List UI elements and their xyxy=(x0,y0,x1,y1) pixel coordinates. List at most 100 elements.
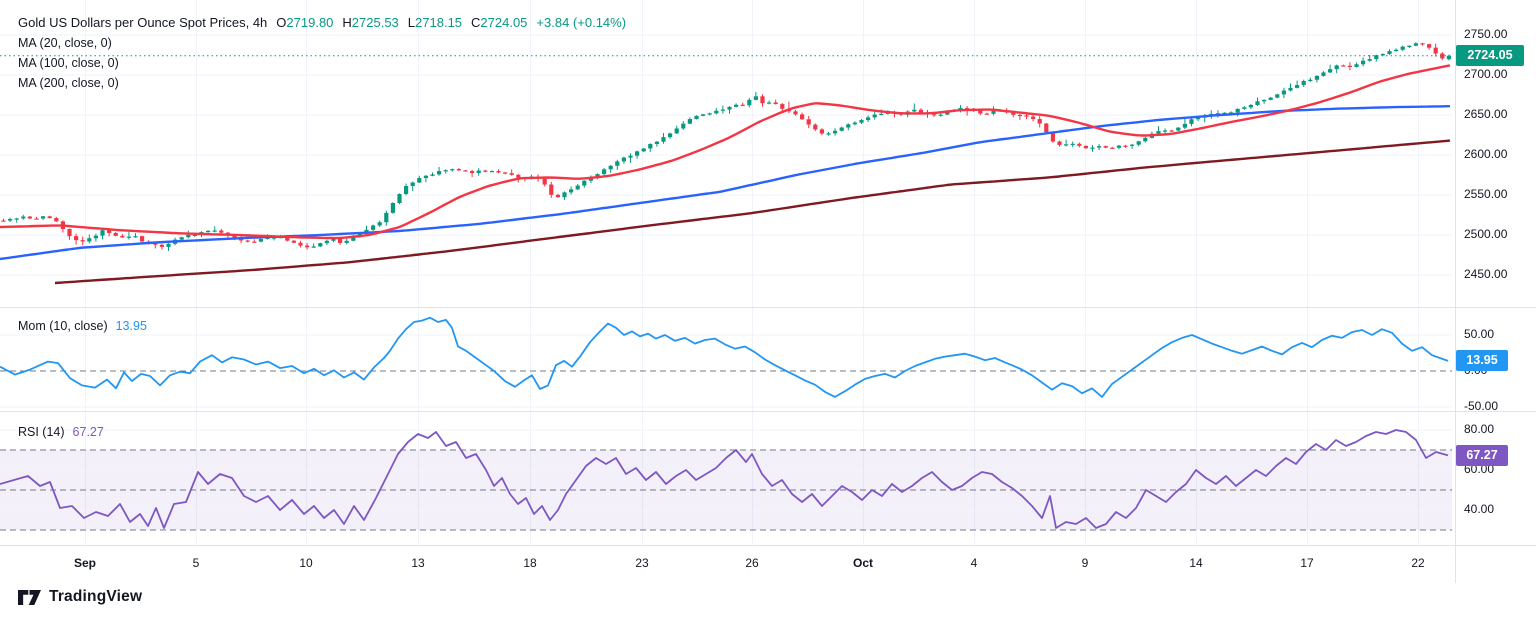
price-tick-label: 2500.00 xyxy=(1464,227,1508,241)
candle-body xyxy=(542,178,547,185)
candle-body xyxy=(54,218,59,222)
candle-body xyxy=(417,178,422,183)
candle-body xyxy=(113,232,118,236)
open-label: O xyxy=(276,15,287,30)
close-value: 2724.05 xyxy=(480,15,528,30)
candle-body xyxy=(912,109,917,112)
overlay-legend-ma200[interactable]: MA (200, close, 0) xyxy=(18,73,626,93)
candle-body xyxy=(1169,130,1174,132)
candle-body xyxy=(608,165,613,170)
candle-body xyxy=(93,235,98,239)
candle-body xyxy=(879,113,884,116)
close-label: C xyxy=(471,15,481,30)
footer-branding[interactable]: TradingView xyxy=(18,588,142,606)
candle-body xyxy=(727,106,732,110)
symbol-title: Gold US Dollars per Ounce Spot Prices, 4… xyxy=(18,15,268,30)
candle-body xyxy=(833,130,838,134)
candle-body xyxy=(938,114,943,116)
candle-body xyxy=(179,237,184,240)
candle-body xyxy=(305,245,310,248)
main-value-badge: 2724.05 xyxy=(1456,45,1524,67)
candle-body xyxy=(1057,141,1062,145)
candle-body xyxy=(621,157,626,162)
time-tick-label: 5 xyxy=(192,556,200,570)
candle-body xyxy=(1262,99,1267,102)
candle-body xyxy=(1182,123,1187,128)
candle-body xyxy=(1136,141,1141,145)
candle-body xyxy=(27,216,32,219)
candle-body xyxy=(100,230,105,236)
candle-body xyxy=(555,194,560,198)
rsi-tick-label: 40.00 xyxy=(1464,502,1495,516)
candle-body xyxy=(437,171,442,175)
candle-body xyxy=(311,246,316,248)
candle-body xyxy=(819,129,824,134)
low-label: L xyxy=(407,15,416,30)
candle-body xyxy=(1235,108,1240,113)
price-tick-label: 2650.00 xyxy=(1464,107,1508,121)
momentum-tick-label: -50.00 xyxy=(1464,399,1499,413)
candle-body xyxy=(1321,72,1326,76)
candle-body xyxy=(1288,87,1293,91)
time-tick-label: 18 xyxy=(523,556,537,570)
candle-body xyxy=(800,114,805,120)
tradingview-chart-widget: Gold US Dollars per Ounce Spot Prices, 4… xyxy=(0,0,1536,619)
time-tick-label: 17 xyxy=(1300,556,1314,570)
candle-body xyxy=(582,180,587,186)
symbol-title-row[interactable]: Gold US Dollars per Ounce Spot Prices, 4… xyxy=(18,13,626,33)
candle-body xyxy=(67,229,72,237)
overlay-legend-ma100[interactable]: MA (100, close, 0) xyxy=(18,53,626,73)
rsi-legend[interactable]: RSI (14) 67.27 xyxy=(18,422,104,442)
tradingview-logo-icon xyxy=(18,589,41,605)
candle-body xyxy=(628,155,633,158)
change-value: +3.84 (+0.14%) xyxy=(536,15,627,30)
time-tick-label: 14 xyxy=(1189,556,1203,570)
candle-body xyxy=(562,192,567,198)
candle-body xyxy=(186,234,191,238)
candle-body xyxy=(456,169,461,171)
candle-body xyxy=(423,175,428,179)
candle-body xyxy=(470,170,475,173)
momentum-value: 13.95 xyxy=(115,319,147,333)
candle-body xyxy=(47,216,52,219)
candle-body xyxy=(872,114,877,118)
time-tick-label: 9 xyxy=(1081,556,1089,570)
candle-body xyxy=(120,235,125,238)
candle-body xyxy=(1090,147,1095,149)
candle-body xyxy=(252,241,257,243)
overlay-legend-ma20[interactable]: MA (20, close, 0) xyxy=(18,33,626,53)
candle-body xyxy=(87,238,92,242)
candle-body xyxy=(734,104,739,107)
candle-body xyxy=(126,236,131,238)
candle-body xyxy=(430,174,435,176)
candle-body xyxy=(1248,105,1253,108)
candle-body xyxy=(1400,46,1405,50)
momentum-legend[interactable]: Mom (10, close) 13.95 xyxy=(18,316,147,336)
candle-body xyxy=(1123,145,1128,147)
candle-body xyxy=(602,169,607,175)
candle-body xyxy=(1156,131,1161,134)
candle-body xyxy=(1268,97,1273,100)
price-tick-label: 2700.00 xyxy=(1464,67,1508,81)
candle-body xyxy=(753,96,758,100)
candle-body xyxy=(852,122,857,125)
candle-body xyxy=(258,239,263,242)
candle-body xyxy=(1017,114,1022,117)
candle-body xyxy=(371,225,376,230)
time-tick-label: 10 xyxy=(299,556,313,570)
candle-body xyxy=(397,194,402,204)
candle-body xyxy=(34,218,39,220)
candle-body xyxy=(338,238,343,243)
candle-body xyxy=(509,173,514,175)
candle-body xyxy=(1097,146,1102,148)
candle-body xyxy=(443,170,448,172)
candle-body xyxy=(1255,101,1260,106)
candle-body xyxy=(318,243,323,247)
price-tick-label: 2550.00 xyxy=(1464,187,1508,201)
candle-body xyxy=(476,170,481,173)
candle-body xyxy=(496,171,501,173)
candle-body xyxy=(1341,65,1346,67)
candle-body xyxy=(291,240,296,243)
candle-body xyxy=(166,243,171,247)
candle-body xyxy=(1024,115,1029,117)
